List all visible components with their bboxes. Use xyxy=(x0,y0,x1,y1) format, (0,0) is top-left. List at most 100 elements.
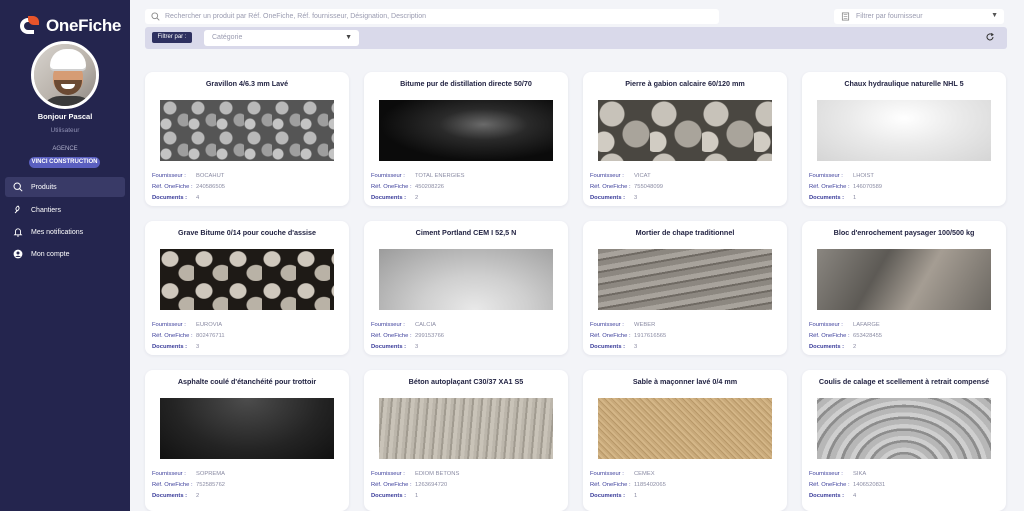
refresh-icon xyxy=(986,32,994,41)
supplier-value: LAFARGE xyxy=(853,322,880,328)
ref-value: 802476711 xyxy=(196,333,225,339)
user-role: Utilisateur xyxy=(50,127,80,134)
product-title: Chaux hydraulique naturelle NHL 5 xyxy=(844,79,964,88)
product-title: Béton autoplaçant C30/37 XA1 S5 xyxy=(408,377,524,386)
documents-label: Documents : xyxy=(590,344,626,350)
product-card[interactable]: Mortier de chape traditionnel Fournisseur… xyxy=(583,221,787,355)
product-title: Bloc d'enrochement paysager 100/500 kg xyxy=(833,228,975,237)
product-image[interactable] xyxy=(379,249,553,310)
product-title: Mortier de chape traditionnel xyxy=(635,228,735,237)
user-icon xyxy=(5,249,31,259)
product-image[interactable] xyxy=(160,398,334,459)
documents-label: Documents : xyxy=(809,493,845,499)
product-image[interactable] xyxy=(379,398,553,459)
supplier-value: SIKA xyxy=(853,471,867,477)
supplier-filter-placeholder: Filtrer par fournisseur xyxy=(856,13,923,20)
supplier-label: Fournisseur : xyxy=(371,471,405,477)
documents-label: Documents : xyxy=(371,493,407,499)
product-card[interactable]: Béton autoplaçant C30/37 XA1 S5 Fournisse… xyxy=(364,370,568,511)
product-image[interactable] xyxy=(160,100,334,161)
product-image[interactable] xyxy=(379,100,553,161)
product-meta: Fournisseur : SOPREMA Réf. OneFiche :75258… xyxy=(152,469,225,502)
product-title: Gravillon 4/6.3 mm Lavé xyxy=(205,79,289,88)
ref-label: Réf. OneFiche : xyxy=(371,184,412,190)
agency-label: AGENCE xyxy=(52,146,78,152)
product-card[interactable]: Asphalte coulé d'étanchéité pour trottoi… xyxy=(145,370,349,511)
logo-icon xyxy=(20,16,40,36)
app-name: OneFiche xyxy=(46,16,122,35)
nav-item-mon-compte[interactable]: Mon compte xyxy=(5,244,125,264)
ref-label: Réf. OneFiche : xyxy=(152,482,193,488)
nav-label: Mon compte xyxy=(31,250,70,258)
avatar[interactable] xyxy=(31,41,99,109)
supplier-value: EUROVIA xyxy=(196,322,223,328)
ref-label: Réf. OneFiche : xyxy=(371,333,412,339)
building-icon xyxy=(834,12,856,21)
documents-count: 3 xyxy=(196,344,200,350)
ref-label: Réf. OneFiche : xyxy=(371,482,412,488)
user-greeting: Bonjour Pascal xyxy=(37,112,93,121)
ref-label: Réf. OneFiche : xyxy=(152,333,193,339)
product-image[interactable] xyxy=(598,398,772,459)
product-card[interactable]: Coulis de calage et scellement à retrait… xyxy=(802,370,1006,511)
product-image[interactable] xyxy=(817,100,991,161)
product-card[interactable]: Sable à maçonner lavé 0/4 mm Fournisseur … xyxy=(583,370,787,511)
nav-item-chantiers[interactable]: Chantiers xyxy=(5,200,125,220)
product-card[interactable]: Gravillon 4/6.3 mm Lavé Fournisseur : BOCA… xyxy=(145,72,349,206)
product-image[interactable] xyxy=(160,249,334,310)
nav-label: Produits xyxy=(31,183,57,191)
supplier-label: Fournisseur : xyxy=(590,173,624,179)
product-card[interactable]: Bitume pur de distillation directe 50/70… xyxy=(364,72,568,206)
product-image[interactable] xyxy=(598,249,772,310)
agency-badge[interactable]: VINCI CONSTRUCTION xyxy=(29,157,100,168)
supplier-filter-select[interactable]: Filtrer par fournisseur ▼ xyxy=(834,9,1004,24)
product-title: Ciment Portland CEM I 52,5 N xyxy=(415,228,517,237)
refresh-button[interactable] xyxy=(983,30,997,44)
product-meta: Fournisseur : CALCIA Réf. OneFiche :299153… xyxy=(371,320,444,353)
ref-label: Réf. OneFiche : xyxy=(809,184,850,190)
ref-value: 1263694720 xyxy=(415,482,448,488)
app-logo[interactable]: OneFiche xyxy=(20,16,121,36)
supplier-value: SOPREMA xyxy=(196,471,225,477)
search-input[interactable]: Rechercher un produit par Réf. OneFiche,… xyxy=(145,9,719,24)
product-image[interactable] xyxy=(817,398,991,459)
supplier-label: Fournisseur : xyxy=(371,173,405,179)
supplier-label: Fournisseur : xyxy=(590,322,624,328)
documents-label: Documents : xyxy=(371,195,407,201)
product-meta: Fournisseur : LAFARGE Réf. OneFiche :65342… xyxy=(809,320,882,353)
sidebar: OneFiche Bonjour Pascal Utilisateur AGEN… xyxy=(0,0,130,511)
supplier-label: Fournisseur : xyxy=(590,471,624,477)
filter-by-label: Filtrer par : xyxy=(152,32,192,43)
ref-value: 1406520831 xyxy=(853,482,886,488)
chevron-down-icon: ▼ xyxy=(991,12,998,19)
documents-count: 2 xyxy=(196,493,200,499)
ref-value: 240586505 xyxy=(196,184,226,190)
product-card[interactable]: Pierre à gabion calcaire 60/120 mm Fourni… xyxy=(583,72,787,206)
product-card[interactable]: Grave Bitume 0/14 pour couche d'assise Fo… xyxy=(145,221,349,355)
product-card[interactable]: Bloc d'enrochement paysager 100/500 kg Fo… xyxy=(802,221,1006,355)
product-card[interactable]: Ciment Portland CEM I 52,5 N Fournisseur … xyxy=(364,221,568,355)
product-image[interactable] xyxy=(598,100,772,161)
ref-label: Réf. OneFiche : xyxy=(809,482,850,488)
supplier-label: Fournisseur : xyxy=(809,173,843,179)
nav-label: Chantiers xyxy=(31,206,61,214)
product-image[interactable] xyxy=(817,249,991,310)
supplier-label: Fournisseur : xyxy=(152,322,186,328)
ref-label: Réf. OneFiche : xyxy=(590,184,631,190)
shovel-icon xyxy=(5,205,31,215)
product-meta: Fournisseur : BOCAHUT Réf. OneFiche :24058… xyxy=(152,171,225,204)
supplier-value: VICAT xyxy=(634,173,651,179)
supplier-value: WEBER xyxy=(634,322,656,328)
search-placeholder: Rechercher un produit par Réf. OneFiche,… xyxy=(165,13,427,20)
nav-item-produits[interactable]: Produits xyxy=(5,177,125,197)
documents-count: 1 xyxy=(415,493,419,499)
ref-label: Réf. OneFiche : xyxy=(152,184,193,190)
nav-item-notifications[interactable]: Mes notifications xyxy=(5,222,125,242)
ref-label: Réf. OneFiche : xyxy=(590,333,631,339)
product-meta: Fournisseur : SIKA Réf. OneFiche :14065208… xyxy=(809,469,885,502)
documents-label: Documents : xyxy=(371,344,407,350)
product-card[interactable]: Chaux hydraulique naturelle NHL 5 Fournis… xyxy=(802,72,1006,206)
category-select[interactable]: Catégorie ▼ xyxy=(204,30,359,46)
ref-label: Réf. OneFiche : xyxy=(809,333,850,339)
documents-count: 1 xyxy=(853,195,857,201)
